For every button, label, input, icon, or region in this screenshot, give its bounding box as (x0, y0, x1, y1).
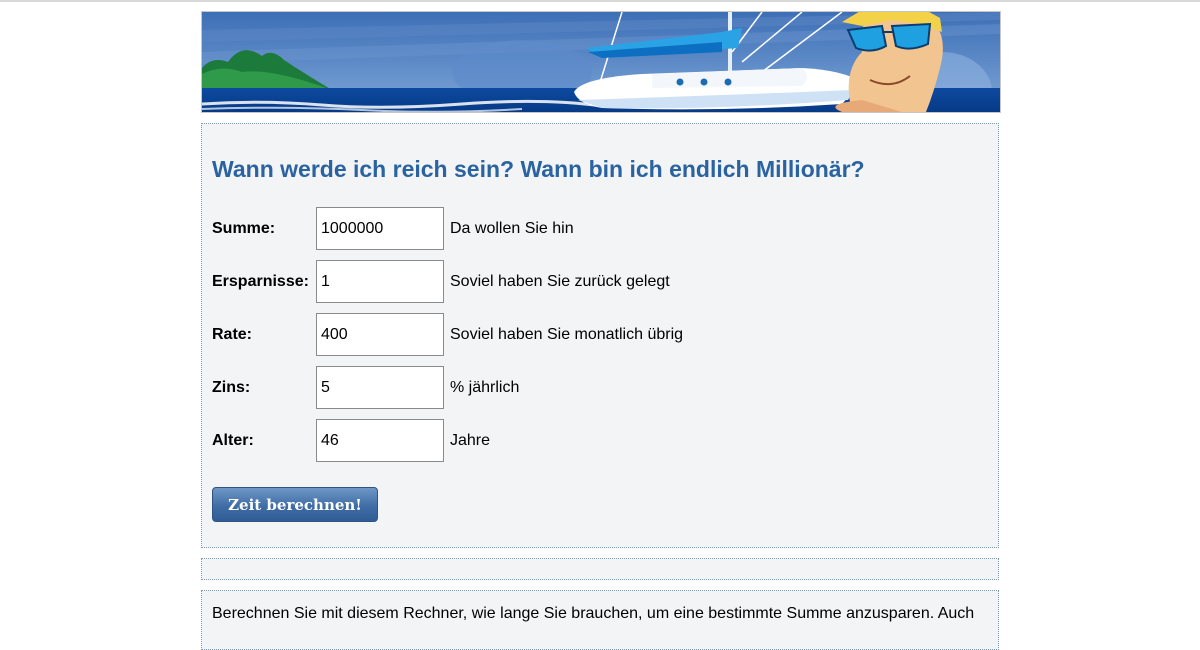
rate-label: Rate: (212, 326, 253, 343)
field-row-summe: Summe: Da wollen Sie hin (202, 207, 982, 251)
field-row-zins: Zins: % jährlich (202, 366, 982, 410)
field-row-ersparnisse: Ersparnisse: Soviel haben Sie zurück gel… (202, 260, 982, 304)
zins-input[interactable] (316, 366, 444, 409)
summe-input[interactable] (316, 207, 444, 250)
calculator-panel: Wann werde ich reich sein? Wann bin ich … (201, 123, 999, 548)
alter-hint: Jahre (450, 432, 491, 449)
spacer-panel (201, 558, 999, 580)
zins-hint: % jährlich (450, 379, 520, 396)
alter-label: Alter: (212, 432, 254, 449)
ersparnisse-hint: Soviel haben Sie zurück gelegt (450, 273, 670, 290)
description-text: Berechnen Sie mit diesem Rechner, wie la… (212, 605, 975, 622)
rate-input[interactable] (316, 313, 444, 356)
ersparnisse-input[interactable] (316, 260, 444, 303)
top-divider (0, 0, 1200, 2)
alter-input[interactable] (316, 419, 444, 462)
page-title: Wann werde ich reich sein? Wann bin ich … (212, 156, 865, 182)
ersparnisse-label: Ersparnisse: (212, 273, 309, 290)
zins-label: Zins: (212, 379, 251, 396)
summe-hint: Da wollen Sie hin (450, 220, 574, 237)
description-panel: Berechnen Sie mit diesem Rechner, wie la… (201, 590, 999, 650)
field-row-alter: Alter: Jahre (202, 419, 982, 463)
rate-hint: Soviel haben Sie monatlich übrig (450, 326, 684, 343)
calculate-button[interactable]: Zeit berechnen! (212, 487, 378, 522)
header-banner (201, 11, 1001, 113)
field-row-rate: Rate: Soviel haben Sie monatlich übrig (202, 313, 982, 357)
summe-label: Summe: (212, 220, 276, 237)
sailboat-illustration (202, 12, 1000, 112)
